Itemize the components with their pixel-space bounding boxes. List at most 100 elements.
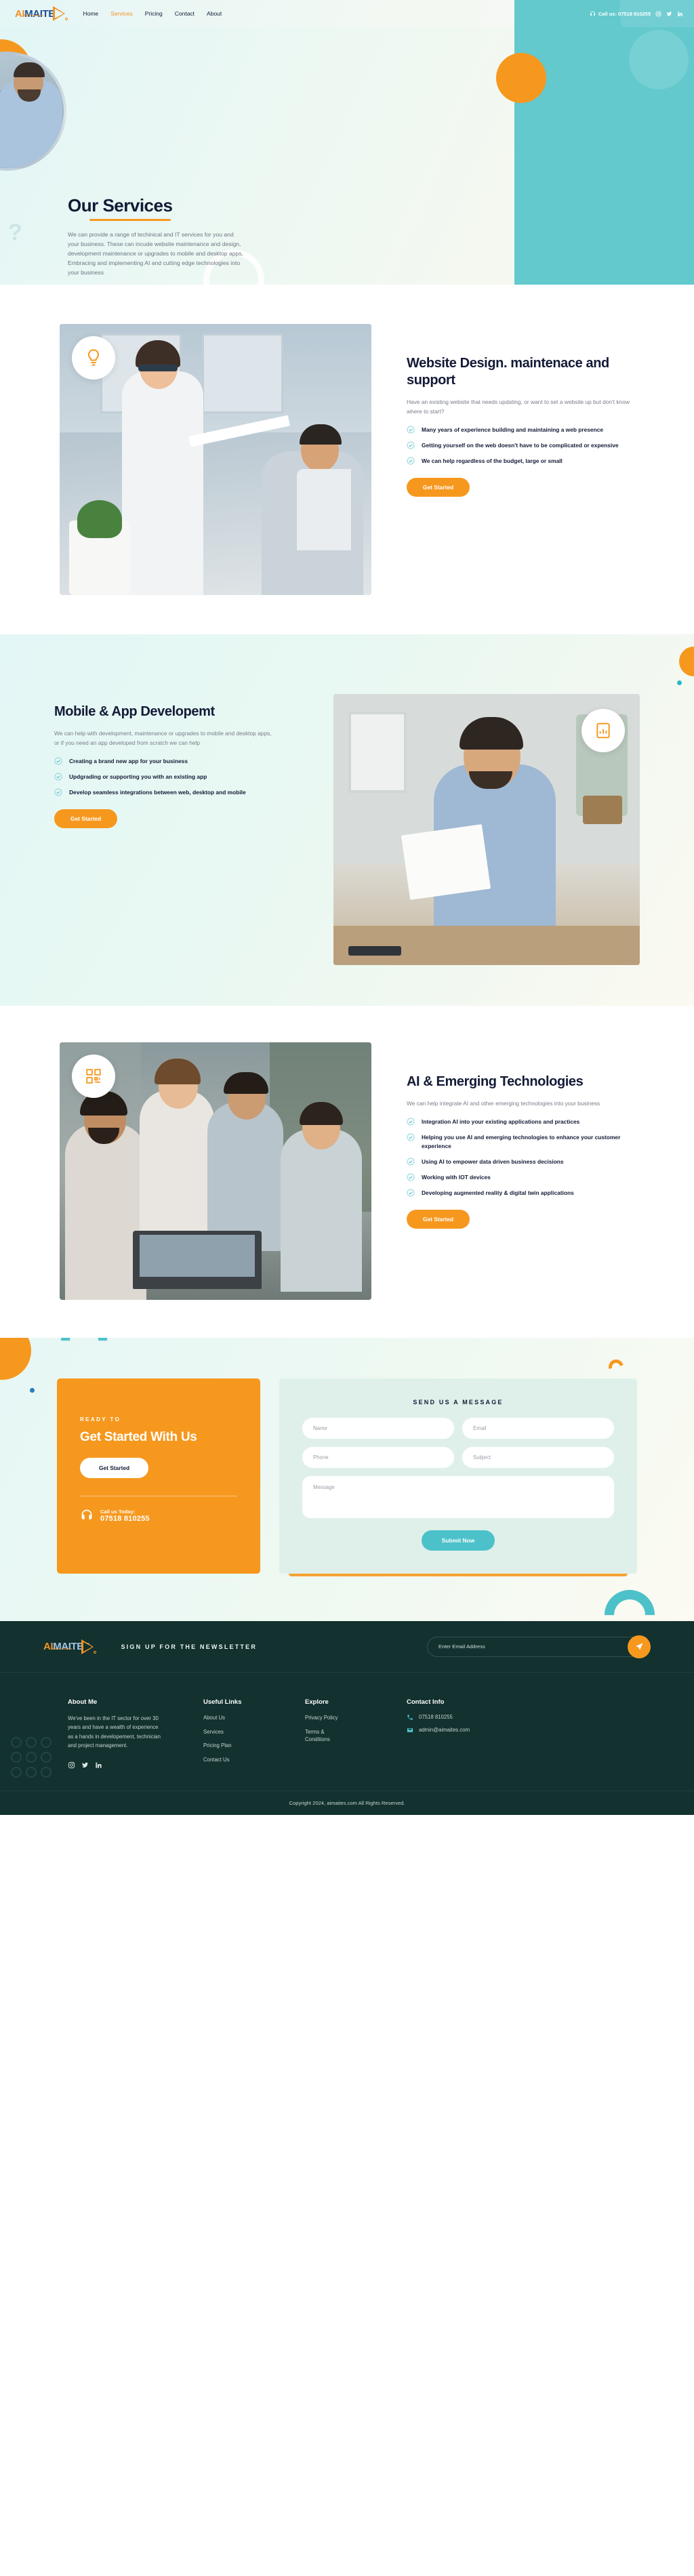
footer-link-services[interactable]: Services [203, 1728, 305, 1736]
mobile-app-bullets: Creating a brand new app for your busine… [54, 757, 317, 797]
footer-about-text: We've been in the IT sector for over 30 … [68, 1715, 161, 1749]
list-item-label: Integration AI into your existing applic… [422, 1118, 580, 1125]
ai-emerging-bullets: Integration AI into your existing applic… [407, 1118, 640, 1198]
headset-icon [590, 11, 596, 17]
mobile-chart-icon [596, 722, 610, 739]
get-started-button-website[interactable]: Get Started [407, 477, 470, 497]
footer-link-terms-conditions[interactable]: Terms & Conditions [305, 1728, 346, 1744]
list-item: We can help regardless of the budget, la… [407, 457, 637, 466]
page-root: AIMAITES AIM for Success Home Services P… [0, 0, 694, 1815]
header-left-group: AIMAITES AIM for Success Home Services P… [0, 6, 222, 21]
copyright-text: Copyright 2024, aimaites.com All Rights … [0, 1790, 694, 1815]
play-triangle-icon [81, 1639, 97, 1654]
list-item-label: Working with IOT devices [422, 1173, 491, 1181]
footer-logo-tagline: AIM for Success [52, 1647, 73, 1650]
name-input[interactable] [302, 1418, 454, 1439]
cta-call-group[interactable]: Call us Today: 07518 810255 [80, 1509, 237, 1523]
qr-code-icon [86, 1069, 101, 1084]
footer-link-contact-us[interactable]: Contact Us [203, 1756, 305, 1764]
cta-call-label: Call us Today: [100, 1508, 136, 1515]
nav-item-contact[interactable]: Contact [175, 10, 195, 17]
list-item: Creating a brand new app for your busine… [54, 757, 285, 766]
phone-input[interactable] [302, 1447, 454, 1468]
check-circle-icon [407, 441, 415, 449]
list-item-label: Develop seamless integrations between we… [69, 789, 246, 796]
email-input[interactable] [462, 1418, 614, 1439]
nav-item-about[interactable]: About [207, 10, 222, 17]
logo-ai-text: AI [15, 7, 25, 20]
footer-useful-links-column: Useful Links About Us Services Pricing P… [203, 1698, 305, 1770]
footer-about-heading: About Me [68, 1698, 98, 1706]
mobile-app-text: Mobile & App Developemt We can help with… [0, 671, 333, 861]
message-textarea[interactable] [302, 1476, 614, 1518]
footer-useful-heading: Useful Links [203, 1698, 242, 1706]
cta-card: READY TO Get Started With Us Get Started… [57, 1378, 260, 1577]
footer-logo[interactable]: AIMAITES AIM for Success [43, 1639, 97, 1654]
nav-item-pricing[interactable]: Pricing [145, 10, 163, 17]
cta-call-number: 07518 810255 [100, 1514, 150, 1523]
check-circle-icon [407, 1133, 415, 1141]
envelope-icon [407, 1727, 413, 1734]
hero-section: ? Our Services We can provide a range of… [0, 27, 694, 285]
footer-link-about-us[interactable]: About Us [203, 1714, 305, 1722]
cta-get-started-button[interactable]: Get Started [80, 1457, 149, 1478]
check-circle-icon [407, 1189, 415, 1197]
cta-blue-dot-decor [30, 1388, 35, 1393]
subject-input[interactable] [462, 1447, 614, 1468]
newsletter-submit-button[interactable] [628, 1635, 651, 1658]
lightbulb-badge [72, 336, 115, 380]
site-footer: AIMAITES AIM for Success SIGN UP FOR THE… [0, 1621, 694, 1815]
footer-contact-heading: Contact Info [407, 1698, 445, 1706]
cta-teal-arc-bottom-decor [594, 1579, 666, 1621]
get-started-button-ai[interactable]: Get Started [407, 1210, 470, 1229]
mobile-app-heading: Mobile & App Developemt [54, 704, 215, 719]
check-circle-icon [407, 1173, 415, 1181]
website-design-bullets: Many years of experience building and ma… [407, 426, 640, 466]
newsletter-email-input[interactable] [438, 1643, 650, 1650]
header-contact-bar: Call us: 07518 810255 [514, 0, 694, 27]
check-circle-icon [54, 757, 62, 765]
twitter-icon[interactable] [666, 11, 672, 17]
list-item-label: Using AI to empower data driven business… [422, 1158, 564, 1165]
check-circle-icon [54, 788, 62, 796]
list-item-label: Developing augmented reality & digital t… [422, 1189, 574, 1196]
ai-emerging-heading: AI & Emerging Technologies [407, 1074, 584, 1089]
hero-photo [0, 52, 66, 171]
linkedin-icon[interactable] [95, 1761, 102, 1769]
check-circle-icon [54, 773, 62, 781]
section-website-design: Website Design. maintenace and support H… [0, 285, 694, 634]
website-design-text: Website Design. maintenace and support H… [371, 324, 640, 497]
submit-now-button[interactable]: Submit Now [421, 1530, 495, 1551]
footer-phone-row[interactable]: 07518 810255 [407, 1714, 563, 1721]
nav-item-home[interactable]: Home [83, 10, 98, 17]
lightbulb-icon [87, 349, 100, 366]
nav-item-services[interactable]: Services [110, 10, 133, 17]
site-logo[interactable]: AIMAITES AIM for Success [15, 6, 68, 21]
newsletter-bar: AIMAITES AIM for Success SIGN UP FOR THE… [0, 1621, 694, 1673]
footer-explore-heading: Explore [305, 1698, 329, 1706]
footer-email-row[interactable]: admin@aimaites.com [407, 1727, 563, 1734]
twitter-icon[interactable] [81, 1761, 89, 1769]
page-title: Our Services [68, 195, 173, 216]
main-nav: Home Services Pricing Contact About [83, 10, 222, 17]
phone-icon [407, 1714, 413, 1721]
header-call-text: Call us: 07518 810255 [598, 10, 651, 17]
footer-link-pricing-plan[interactable]: Pricing Plan [203, 1742, 305, 1750]
footer-logo-ai-text: AI [43, 1641, 54, 1652]
mobile-app-photo [333, 694, 640, 965]
instagram-icon[interactable] [68, 1761, 75, 1769]
section-mobile-app: Mobile & App Developemt We can help with… [0, 634, 694, 1006]
check-circle-icon [407, 1118, 415, 1126]
check-circle-icon [407, 457, 415, 465]
footer-link-privacy-policy[interactable]: Privacy Policy [305, 1714, 407, 1722]
website-design-photo [60, 324, 371, 595]
newsletter-form [427, 1635, 651, 1658]
header-call-group[interactable]: Call us: 07518 810255 [590, 11, 651, 17]
linkedin-icon[interactable] [677, 11, 683, 17]
instagram-icon[interactable] [655, 11, 661, 17]
site-header: AIMAITES AIM for Success Home Services P… [0, 0, 694, 27]
get-started-button-mobile[interactable]: Get Started [54, 809, 118, 829]
list-item: Helping you use AI and emerging technolo… [407, 1133, 637, 1151]
section-ai-emerging: AI & Emerging Technologies We can help i… [0, 1006, 694, 1338]
check-circle-icon [407, 426, 415, 434]
